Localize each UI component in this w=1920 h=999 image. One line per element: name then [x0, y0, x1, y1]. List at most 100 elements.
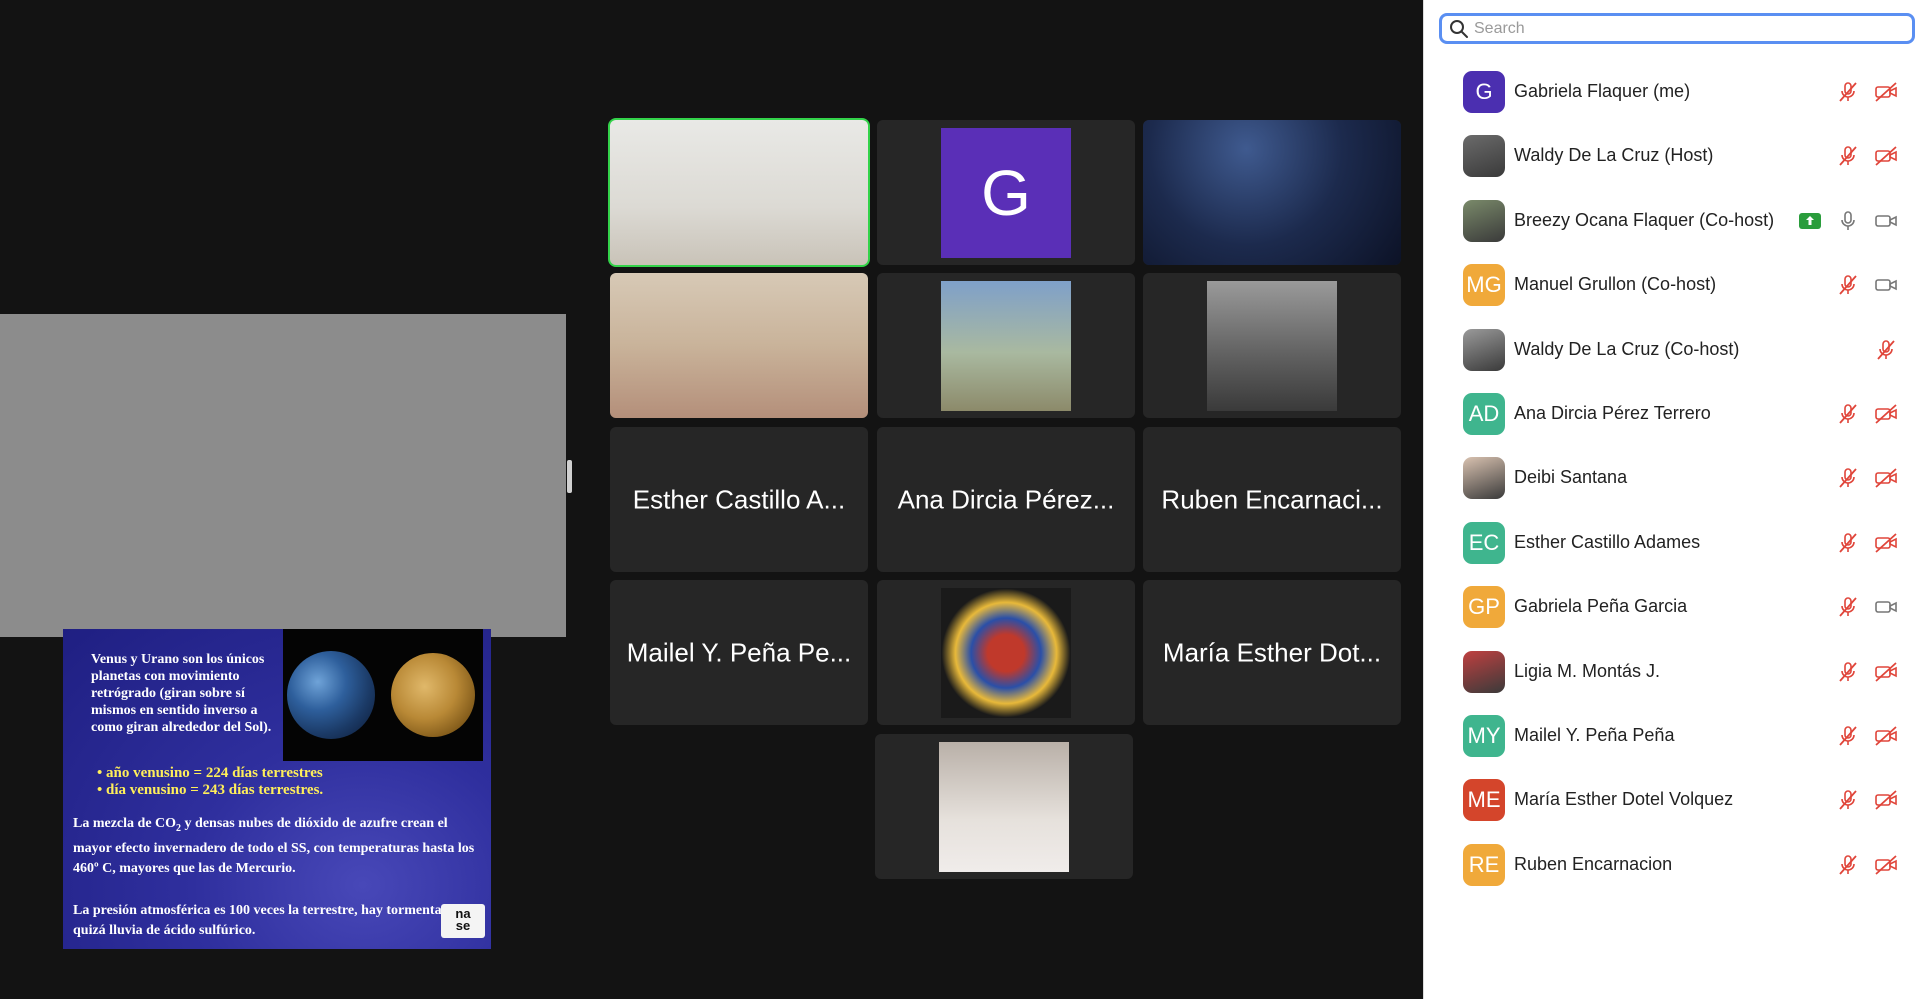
participant-name: María Esther Dotel Volquez	[1514, 789, 1734, 810]
video-tile[interactable]	[1143, 120, 1401, 265]
video-tile[interactable]: Esther Castillo A...	[610, 427, 868, 572]
video-tile[interactable]: Ruben Encarnaci...	[1143, 427, 1401, 572]
shared-screen[interactable]: Venus y Urano son los únicos planetas co…	[0, 314, 566, 949]
avatar: ME	[1463, 779, 1505, 822]
screen-share-icon	[1799, 212, 1821, 229]
nase-logo: na se	[441, 904, 485, 938]
participant-row[interactable]: RE Ruben Encarnacion	[1424, 832, 1920, 896]
avatar	[1463, 457, 1505, 500]
participant-name: Ruben Encarnacion	[1514, 853, 1673, 874]
mic-muted-icon[interactable]	[1836, 144, 1860, 168]
meeting-stage: Venus y Urano son los únicos planetas co…	[0, 0, 1423, 999]
participant-name: Ligia M. Montás J.	[1514, 660, 1661, 681]
slide-bullet-day: • día venusino = 243 días terrestres.	[97, 782, 324, 798]
participant-name: Mailel Y. Peña Peña	[1514, 725, 1675, 745]
search-input[interactable]	[1474, 18, 1894, 40]
camera-feed	[941, 280, 1071, 411]
video-off-icon[interactable]	[1874, 531, 1898, 555]
participant-name: Ana Dircia Pérez Terrero	[1514, 403, 1711, 423]
camera-feed	[939, 741, 1069, 872]
participant-name: Gabriela Peña Garcia	[1514, 596, 1688, 617]
mic-muted-icon[interactable]	[1836, 531, 1860, 555]
video-tile[interactable]	[875, 734, 1133, 879]
video-icon[interactable]	[1874, 209, 1898, 233]
slide-paragraph-pressure: La presión atmosférica es 100 veces la t…	[73, 903, 458, 938]
earth-image	[287, 651, 375, 739]
participant-name: Waldy De La Cruz (Co-host)	[1514, 338, 1740, 359]
camera-feed	[1207, 280, 1337, 411]
video-tile[interactable]	[610, 273, 868, 418]
avatar	[1463, 328, 1505, 371]
logo-text: se	[455, 918, 471, 933]
participant-row[interactable]: Ligia M. Montás J.	[1424, 639, 1920, 703]
video-tile[interactable]: María Esther Dot...	[1143, 580, 1401, 725]
mic-muted-icon[interactable]	[1836, 724, 1860, 748]
participant-name: Deibi Santana	[1514, 467, 1628, 488]
video-off-icon[interactable]	[1874, 853, 1898, 877]
participant-row[interactable]: Waldy De La Cruz (Host)	[1424, 123, 1920, 187]
mic-muted-icon[interactable]	[1836, 273, 1860, 297]
participant-row[interactable]: Waldy De La Cruz (Co-host)	[1424, 317, 1920, 381]
avatar	[1463, 199, 1505, 242]
participant-row[interactable]: GP Gabriela Peña Garcia	[1424, 574, 1920, 638]
mic-muted-icon[interactable]	[1836, 402, 1860, 426]
video-icon[interactable]	[1874, 273, 1898, 297]
participant-name: Gabriela Flaquer (me)	[1514, 81, 1691, 101]
video-off-icon[interactable]	[1874, 660, 1898, 684]
presentation-slide: Venus y Urano son los únicos planetas co…	[63, 629, 491, 949]
participant-row[interactable]: Breezy Ocana Flaquer (Co-host)	[1424, 188, 1920, 252]
video-off-icon[interactable]	[1874, 402, 1898, 426]
mic-muted-icon[interactable]	[1874, 338, 1898, 362]
mic-muted-icon[interactable]	[1836, 80, 1860, 104]
participant-name: Waldy De La Cruz (Host)	[1514, 145, 1714, 166]
mic-muted-icon[interactable]	[1836, 466, 1860, 490]
participant-row[interactable]: MG Manuel Grullon (Co-host)	[1424, 252, 1920, 316]
slide-paragraph-greenhouse: La mezcla de CO2 y densas nubes de dióxi…	[73, 814, 485, 879]
video-icon[interactable]	[1874, 595, 1898, 619]
avatar: EC	[1463, 521, 1505, 564]
participant-name: Manuel Grullon (Co-host)	[1514, 274, 1717, 295]
participant-avatar: G	[941, 127, 1071, 258]
venus-image	[391, 653, 475, 737]
camera-feed	[610, 120, 868, 265]
video-tile[interactable]	[877, 580, 1135, 725]
video-off-icon[interactable]	[1874, 80, 1898, 104]
participant-name-label: Mailel Y. Peña Pe...	[626, 637, 852, 667]
participant-name-label: Ana Dircia Pérez...	[897, 484, 1115, 514]
video-off-icon[interactable]	[1874, 788, 1898, 812]
mic-muted-icon[interactable]	[1836, 788, 1860, 812]
search-icon	[1449, 19, 1469, 39]
video-off-icon[interactable]	[1874, 724, 1898, 748]
participant-row[interactable]: G Gabriela Flaquer (me)	[1424, 59, 1920, 123]
splitter-handle[interactable]	[567, 460, 572, 493]
profile-picture	[941, 587, 1071, 718]
participant-name: Breezy Ocana Flaquer (Co-host)	[1514, 209, 1775, 230]
participant-row[interactable]: Deibi Santana	[1424, 445, 1920, 509]
video-tile[interactable]: Ana Dircia Pérez...	[877, 427, 1135, 572]
participant-name: Esther Castillo Adames	[1514, 531, 1701, 552]
video-off-icon[interactable]	[1874, 466, 1898, 490]
participant-name-label: Ruben Encarnaci...	[1161, 484, 1383, 514]
mic-muted-icon[interactable]	[1836, 595, 1860, 619]
search-box[interactable]	[1439, 13, 1915, 44]
participant-name-label: María Esther Dot...	[1162, 637, 1382, 667]
mic-icon[interactable]	[1836, 209, 1860, 233]
slide-intro-text: Venus y Urano son los únicos planetas co…	[91, 652, 272, 735]
video-off-icon[interactable]	[1874, 144, 1898, 168]
slide-text-part: La mezcla de CO	[73, 816, 177, 831]
video-tile[interactable]	[608, 118, 870, 267]
video-tile[interactable]	[877, 273, 1135, 418]
planets-photo	[283, 629, 483, 761]
participant-row[interactable]: MY Mailel Y. Peña Peña	[1424, 703, 1920, 767]
video-tile[interactable]	[1143, 273, 1401, 418]
mic-muted-icon[interactable]	[1836, 853, 1860, 877]
participant-row[interactable]: AD Ana Dircia Pérez Terrero	[1424, 381, 1920, 445]
participant-row[interactable]: EC Esther Castillo Adames	[1424, 510, 1920, 574]
slide-bullets: • año venusino = 224 días terrestres • d…	[97, 765, 477, 799]
video-tile[interactable]: G	[877, 120, 1135, 265]
video-tile[interactable]: Mailel Y. Peña Pe...	[610, 580, 868, 725]
avatar: GP	[1463, 586, 1505, 629]
avatar: MG	[1463, 264, 1505, 307]
participant-row[interactable]: ME María Esther Dotel Volquez	[1424, 767, 1920, 831]
mic-muted-icon[interactable]	[1836, 660, 1860, 684]
